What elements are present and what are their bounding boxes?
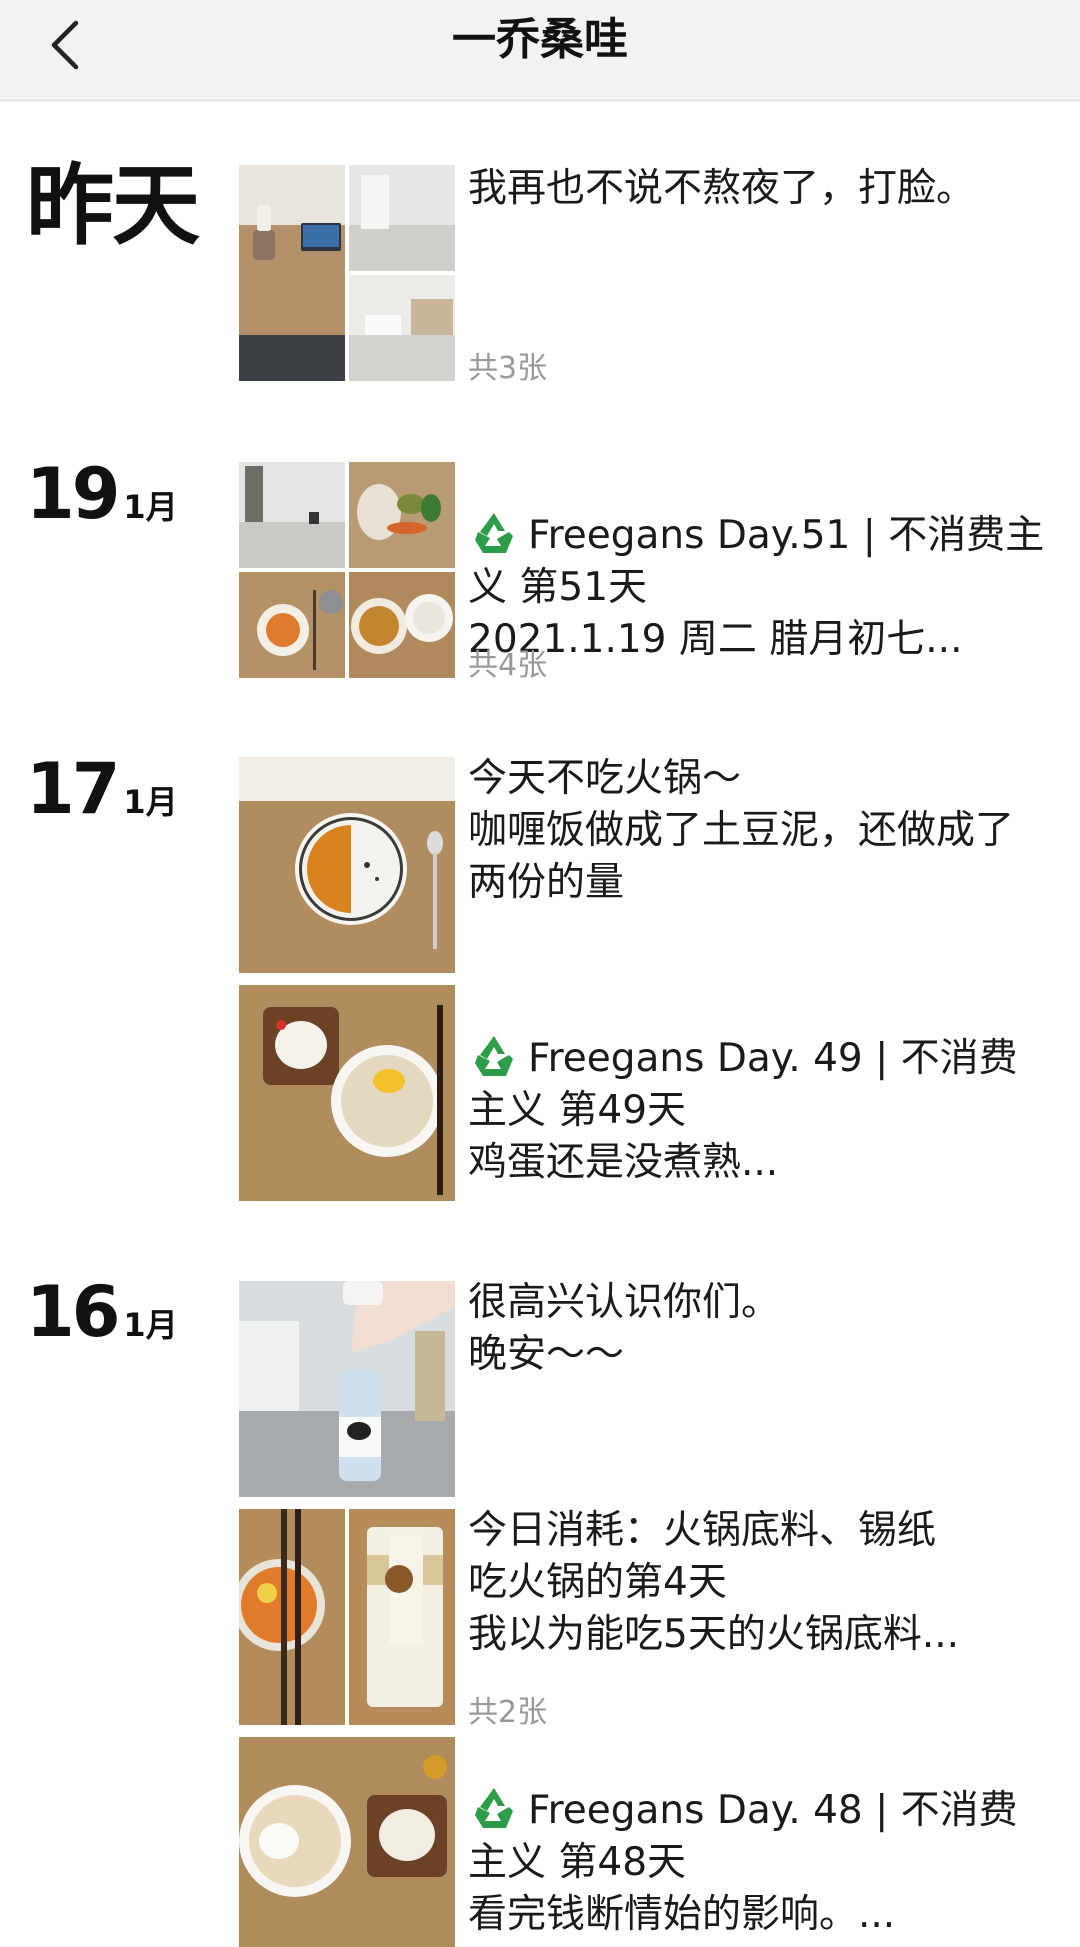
post-thumbnail[interactable] — [239, 1281, 455, 1497]
photo — [239, 757, 455, 973]
post-item[interactable]: Freegans Day. 49 | 不消费主义 第49天 鸡蛋还是没煮熟... — [0, 985, 1080, 1201]
post-thumbnail[interactable] — [239, 165, 455, 381]
photo-grid — [239, 1509, 455, 1725]
post-item[interactable]: 今天不吃火锅～ 咖喱饭做成了土豆泥，还做成了两份的量 — [0, 756, 1080, 973]
image-count: 共4张 — [468, 648, 548, 683]
post-text: Freegans Day. 48 | 不消费主义 第48天 看完钱断情始的影响。… — [468, 1733, 1048, 1941]
post-text: Freegans Day.51 | 不消费主义 第51天 2021.1.19 周… — [468, 458, 1048, 666]
recycle-icon — [475, 1036, 513, 1076]
photo — [239, 1737, 455, 1947]
post-text: 我再也不说不熬夜了，打脸。 — [468, 166, 976, 211]
post-item[interactable]: Freegans Day.51 | 不消费主义 第51天 2021.1.19 周… — [0, 462, 1080, 683]
photo — [239, 985, 455, 1201]
photo-grid — [239, 165, 455, 381]
navigation-bar: 一乔桑哇 — [0, 0, 1080, 101]
image-count: 共3张 — [468, 351, 548, 386]
post-thumbnail[interactable] — [239, 1509, 455, 1725]
post-text: 今日消耗：火锅底料、锡纸 吃火锅的第4天 我以为能吃5天的火锅底料... — [468, 1508, 960, 1657]
page-title: 一乔桑哇 — [452, 14, 628, 65]
post-text: 今天不吃火锅～ 咖喱饭做成了土豆泥，还做成了两份的量 — [468, 756, 1015, 905]
post-thumbnail[interactable] — [239, 1737, 455, 1947]
post-text: Freegans Day. 49 | 不消费主义 第49天 鸡蛋还是没煮熟... — [468, 981, 1048, 1189]
post-item[interactable]: 很高兴认识你们。 晚安～～ — [0, 1280, 1080, 1497]
image-count: 共2张 — [468, 1695, 548, 1730]
recycle-icon — [475, 513, 513, 553]
post-item[interactable]: 今日消耗：火锅底料、锡纸 吃火锅的第4天 我以为能吃5天的火锅底料... 共2张 — [0, 1508, 1080, 1730]
photo — [239, 1281, 455, 1497]
post-item[interactable]: 我再也不说不熬夜了，打脸。 共3张 — [0, 165, 1080, 386]
recycle-icon — [475, 1788, 513, 1828]
post-thumbnail[interactable] — [239, 757, 455, 973]
post-thumbnail[interactable] — [239, 462, 455, 678]
post-text: 很高兴认识你们。 晚安～～ — [468, 1280, 781, 1377]
photo-grid — [239, 462, 455, 678]
post-thumbnail[interactable] — [239, 985, 455, 1201]
post-item[interactable]: Freegans Day. 48 | 不消费主义 第48天 看完钱断情始的影响。… — [0, 1737, 1080, 1947]
